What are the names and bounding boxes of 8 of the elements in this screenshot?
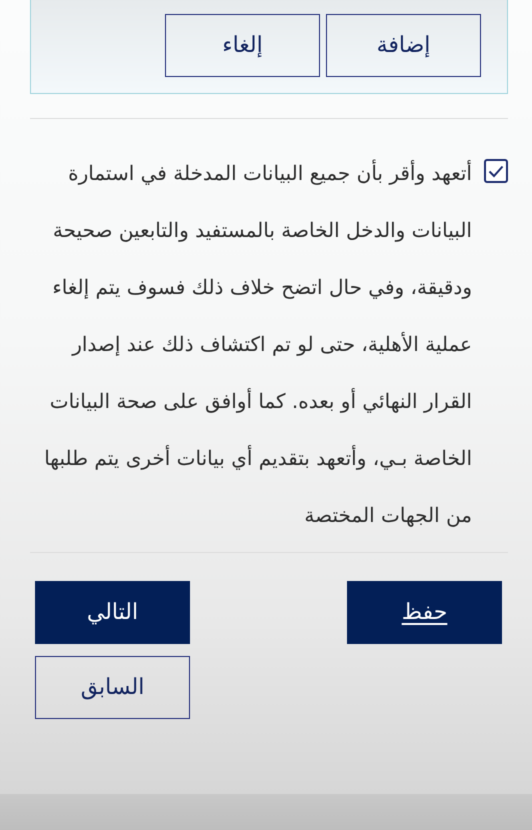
save-button[interactable]: حفظ (347, 581, 502, 644)
cancel-button[interactable]: إلغاء (165, 14, 320, 77)
previous-button[interactable]: السابق (35, 656, 190, 719)
checkmark-icon (488, 164, 504, 178)
add-button[interactable]: إضافة (326, 14, 481, 77)
declaration-text: أتعهد وأقر بأن جميع البيانات المدخلة في استمارة البيانات والدخل الخاصة بالمستفيد والتابعين صحيحة ودقيقة، وفي حال اتضح خلاف ذلك فسوف يتم إلغاء عملية الأهلية، حتى لو تم اكتشاف ذلك عند إصدار القرار النهائي أو بعده. كما أوافق على صحة البيانات الخاصة بـي، وأتعهد بتقديم أي بيانات أخرى يتم طلبها من الجهات المختصة (43, 158, 472, 529)
declaration-checkbox[interactable] (484, 159, 508, 183)
next-button[interactable]: التالي (35, 581, 190, 644)
